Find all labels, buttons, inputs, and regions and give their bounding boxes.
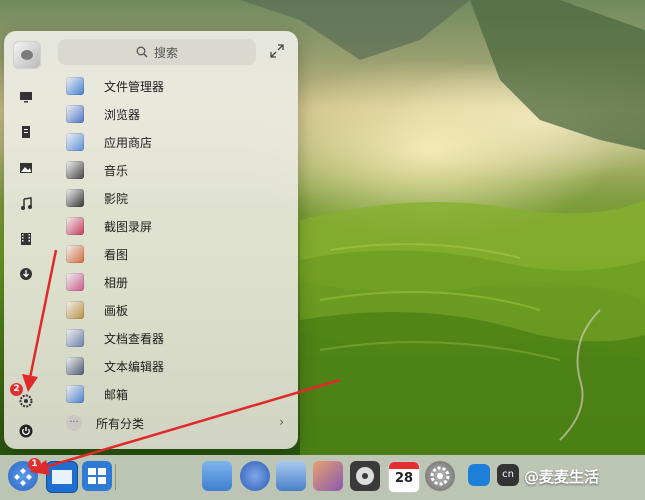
more-dots-icon: ··· <box>66 415 82 431</box>
palette-icon <box>66 301 84 319</box>
annotation-badge-2: 2 <box>10 383 23 396</box>
app-item[interactable]: 看图 <box>60 240 290 268</box>
power-icon[interactable] <box>18 423 34 439</box>
app-item[interactable]: 相册 <box>60 268 290 296</box>
globe-icon <box>66 105 84 123</box>
annotation-badge-1: 1 <box>28 458 41 471</box>
app-item-label: 浏览器 <box>104 107 141 122</box>
app-item[interactable]: 截图录屏 <box>60 212 290 240</box>
control-center-taskbar-icon[interactable] <box>425 461 455 491</box>
search-placeholder: 搜索 <box>153 45 178 60</box>
app-item-label: 相册 <box>104 275 129 290</box>
app-item-label: 影院 <box>104 191 129 206</box>
app-item-label: 文件管理器 <box>104 79 165 94</box>
workspace-button[interactable] <box>82 461 112 491</box>
app-item-label: 截图录屏 <box>104 219 153 234</box>
multitask-icon <box>52 470 72 484</box>
browser-taskbar-icon[interactable] <box>240 461 270 491</box>
music-note-icon[interactable] <box>18 196 34 212</box>
app-item[interactable]: 邮箱 <box>60 380 290 408</box>
album-icon <box>66 273 84 291</box>
text-editor-icon <box>66 357 84 375</box>
computer-icon[interactable] <box>18 89 34 105</box>
workspace-icon <box>88 468 106 484</box>
search-icon <box>136 46 148 58</box>
settings-gear-icon[interactable] <box>18 393 34 409</box>
app-item[interactable]: 应用商店 <box>60 128 290 156</box>
app-item-label: 文本编辑器 <box>104 359 165 374</box>
app-item-label: 音乐 <box>104 163 129 178</box>
store-icon <box>66 133 84 151</box>
watermark-text: @麦麦生活 <box>524 468 600 486</box>
app-item[interactable]: 文档查看器 <box>60 324 290 352</box>
tray-network-icon[interactable] <box>468 464 490 486</box>
app-store-taskbar-icon[interactable] <box>276 461 306 491</box>
app-item[interactable]: 浏览器 <box>60 100 290 128</box>
music-icon <box>66 161 84 179</box>
all-categories-button[interactable]: ··· 所有分类 › <box>60 409 290 437</box>
app-item[interactable]: 文件管理器 <box>60 72 290 100</box>
image-viewer-icon <box>66 245 84 263</box>
file-manager-taskbar-icon[interactable] <box>202 461 232 491</box>
video-icon[interactable] <box>18 231 34 247</box>
calendar-day: 28 <box>394 471 414 486</box>
app-item-label: 邮箱 <box>104 387 129 402</box>
gear-icon <box>430 466 450 486</box>
multitask-view-button[interactable] <box>46 461 78 493</box>
music-disc-icon <box>356 467 374 485</box>
app-item[interactable]: 音乐 <box>60 156 290 184</box>
app-item-label: 看图 <box>104 247 129 262</box>
album-taskbar-icon[interactable] <box>313 461 343 491</box>
picture-icon[interactable] <box>18 160 34 176</box>
app-item-label: 画板 <box>104 303 129 318</box>
fullscreen-expand-icon[interactable] <box>270 44 284 58</box>
music-taskbar-icon[interactable] <box>350 461 380 491</box>
app-item-label: 文档查看器 <box>104 331 165 346</box>
app-list: 文件管理器浏览器应用商店音乐影院截图录屏看图相册画板文档查看器文本编辑器邮箱 <box>60 72 290 408</box>
document-viewer-icon <box>66 329 84 347</box>
search-input[interactable]: 搜索 <box>58 39 256 65</box>
document-icon[interactable] <box>18 124 34 140</box>
chevron-right-icon: › <box>279 415 284 429</box>
folder-icon <box>66 77 84 95</box>
user-avatar[interactable] <box>13 41 41 69</box>
screenshot-icon <box>66 217 84 235</box>
app-item[interactable]: 影院 <box>60 184 290 212</box>
film-icon <box>66 189 84 207</box>
taskbar-separator <box>115 464 116 490</box>
calendar-taskbar-icon[interactable]: 28 <box>388 461 420 493</box>
app-launcher: 搜索 文件管理器浏览器应用商店音乐影院截图录屏看图相册画板文档查看器文本编辑器邮… <box>4 31 298 449</box>
app-item-label: 应用商店 <box>104 135 153 150</box>
tray-input-method[interactable]: cn <box>497 464 519 486</box>
download-icon[interactable] <box>18 266 34 282</box>
all-categories-label: 所有分类 <box>96 416 145 431</box>
app-item[interactable]: 文本编辑器 <box>60 352 290 380</box>
mail-icon <box>66 385 84 403</box>
calendar-header <box>389 462 419 469</box>
app-item[interactable]: 画板 <box>60 296 290 324</box>
